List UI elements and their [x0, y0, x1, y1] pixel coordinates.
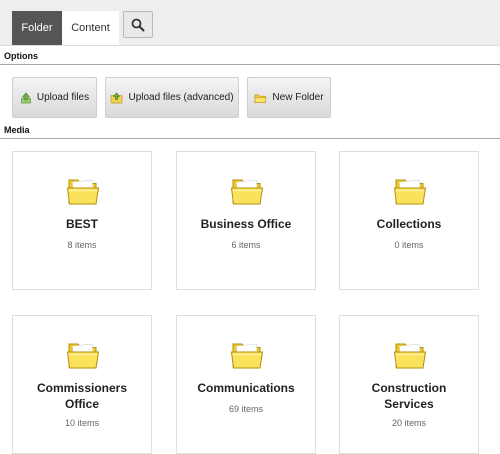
upload-icon — [21, 92, 31, 103]
folder-card[interactable]: Communications 69 items — [176, 315, 316, 454]
folder-name: Business Office — [200, 217, 292, 231]
upload-files-button[interactable]: Upload files — [12, 77, 97, 118]
folder-name: Commissioners Office — [36, 381, 128, 411]
folder-item-count: 20 items — [391, 418, 426, 428]
new-folder-button[interactable]: New Folder — [247, 77, 331, 118]
folder-item-count: 8 items — [67, 240, 97, 250]
folder-name: Communications — [197, 381, 295, 395]
folder-card[interactable]: Business Office 6 items — [176, 151, 316, 290]
folder-icon — [65, 338, 101, 372]
folder-icon — [65, 174, 101, 208]
upload-files-advanced-label: Upload files (advanced) — [128, 92, 234, 103]
folder-name: BEST — [65, 217, 98, 231]
top-toolbar: Folder Content — [0, 0, 500, 46]
folder-icon — [229, 338, 265, 372]
folder-item-count: 10 items — [64, 418, 99, 428]
search-icon — [131, 18, 145, 31]
folder-item-count: 6 items — [231, 240, 261, 250]
folder-card[interactable]: BEST 8 items — [12, 151, 152, 290]
folder-name: Collections — [376, 217, 442, 231]
folder-icon — [392, 338, 428, 372]
tab-folder[interactable]: Folder — [12, 11, 62, 45]
upload-files-label: Upload files — [36, 92, 90, 103]
folder-card[interactable]: Collections 0 items — [339, 151, 479, 290]
folder-name: Construction Services — [371, 381, 447, 411]
media-header: Media — [0, 121, 500, 139]
folder-card[interactable]: Construction Services 20 items — [339, 315, 479, 454]
folder-card[interactable]: Commissioners Office 10 items — [12, 315, 152, 454]
search-button[interactable] — [123, 11, 153, 38]
folder-icon — [392, 174, 428, 208]
upload-advanced-icon — [111, 92, 123, 103]
upload-files-advanced-button[interactable]: Upload files (advanced) — [105, 77, 239, 118]
options-header: Options — [0, 47, 500, 65]
new-folder-label: New Folder — [272, 92, 324, 103]
folder-item-count: 69 items — [228, 404, 263, 414]
new-folder-icon — [255, 94, 267, 103]
tab-content[interactable]: Content — [62, 11, 119, 45]
folder-icon — [229, 174, 265, 208]
folder-item-count: 0 items — [394, 240, 424, 250]
